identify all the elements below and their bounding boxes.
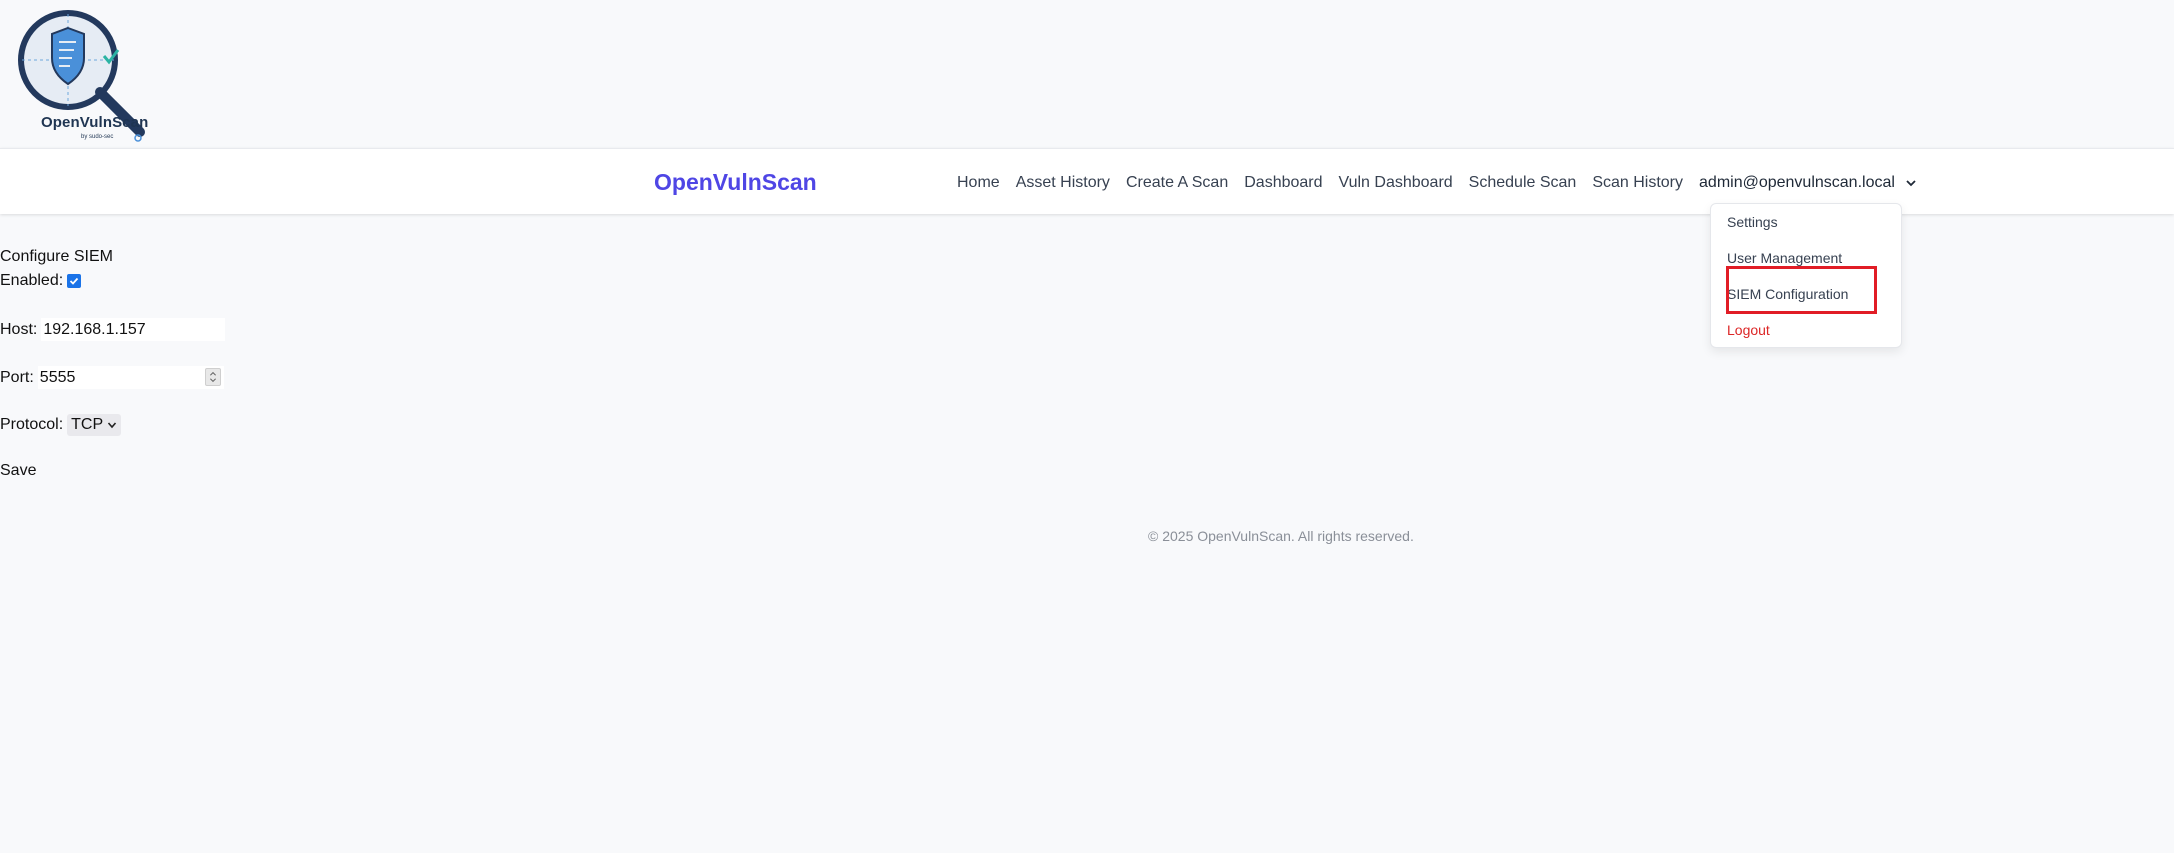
chevron-down-icon [108, 422, 117, 429]
protocol-select[interactable]: TCP [67, 414, 122, 436]
menu-item-logout[interactable]: Logout [1727, 322, 1770, 338]
logo-name: OpenVulnScan [41, 114, 149, 131]
nav-dashboard[interactable]: Dashboard [1244, 174, 1322, 192]
footer-copyright: © 2025 OpenVulnScan. All rights reserved… [1148, 528, 1414, 544]
host-label: Host: [0, 320, 38, 338]
enabled-row: Enabled: [0, 272, 82, 290]
protocol-value: TCP [71, 416, 104, 433]
protocol-row: Protocol: TCP [0, 414, 122, 436]
nav-schedule-scan[interactable]: Schedule Scan [1469, 174, 1577, 192]
highlight-annotation [1726, 266, 1877, 314]
logo-subtitle: by sudo-sec [81, 134, 114, 140]
checkmark-icon [70, 277, 79, 285]
nav-links: Home Asset History Create A Scan Dashboa… [957, 174, 1917, 192]
logo: OpenVulnScan by sudo-sec [12, 6, 162, 146]
port-label: Port: [0, 368, 34, 386]
enabled-label: Enabled: [0, 272, 64, 289]
save-button[interactable]: Save [0, 462, 36, 480]
host-input[interactable]: 192.168.1.157 [41, 318, 226, 341]
nav-asset-history[interactable]: Asset History [1016, 174, 1110, 192]
brand-title[interactable]: OpenVulnScan [654, 169, 817, 196]
port-input[interactable]: 5555 [37, 366, 224, 389]
nav-vuln-dashboard[interactable]: Vuln Dashboard [1339, 174, 1453, 192]
enabled-checkbox[interactable] [67, 274, 82, 288]
protocol-label: Protocol: [0, 416, 64, 433]
nav-home[interactable]: Home [957, 174, 1000, 192]
chevron-down-icon [1906, 180, 1916, 187]
port-row: Port: 5555 [0, 366, 224, 389]
menu-item-settings[interactable]: Settings [1727, 214, 1778, 230]
number-spinner-icon[interactable] [204, 368, 221, 386]
form-title: Configure SIEM [0, 248, 113, 265]
user-email: admin@openvulnscan.local [1699, 174, 1895, 191]
nav-create-scan[interactable]: Create A Scan [1126, 174, 1228, 192]
nav-scan-history[interactable]: Scan History [1592, 174, 1683, 192]
port-value: 5555 [39, 369, 76, 386]
user-menu-toggle[interactable]: admin@openvulnscan.local [1699, 174, 1917, 192]
menu-item-user-management[interactable]: User Management [1727, 250, 1842, 266]
host-row: Host: 192.168.1.157 [0, 318, 226, 341]
